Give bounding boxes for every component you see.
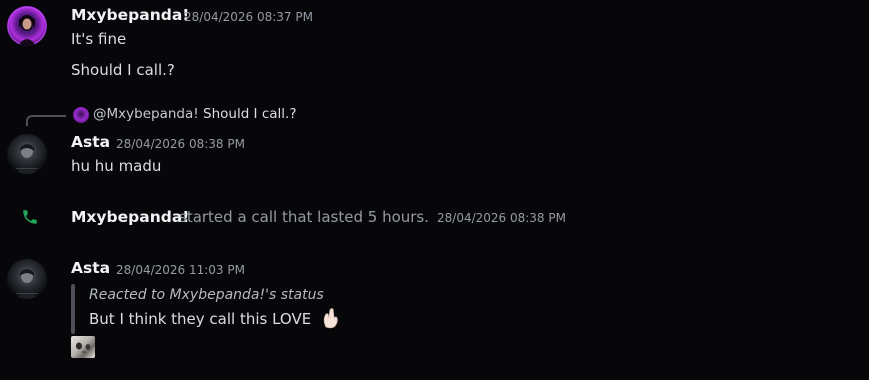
system-message-author[interactable]: Mxybepanda! [71,208,189,226]
message-author[interactable]: Asta [71,259,110,277]
avatar-mxybepanda[interactable] [7,6,47,46]
phone-icon [21,208,39,226]
avatar-asta[interactable] [7,259,47,299]
pinching-hand-emoji[interactable] [320,307,342,329]
quote-bar [71,284,75,334]
message-timestamp: 28/04/2026 08:37 PM [184,10,313,24]
reply-avatar[interactable] [73,107,89,123]
reply-connector [26,115,66,126]
message-timestamp: 28/04/2026 08:38 PM [116,137,245,151]
status-reaction-header: Reacted to Mxybepanda!'s status [89,287,324,303]
message-text: Should I call.? [71,61,175,79]
message-text: hu hu madu [71,157,162,175]
reply-mention[interactable]: @Mxybepanda! [93,106,199,122]
sticker-thumbnail[interactable] [71,336,95,358]
avatar-asta[interactable] [7,134,47,174]
message-author[interactable]: Mxybepanda! [71,6,189,24]
message-text: It's fine [71,30,127,48]
status-quote-text: But I think they call this LOVE [89,310,312,328]
message-author[interactable]: Asta [71,133,110,151]
system-message-text: started a call that lasted 5 hours. [179,208,430,226]
reply-preview-text[interactable]: Should I call.? [203,106,296,122]
message-timestamp: 28/04/2026 11:03 PM [116,263,245,277]
message-timestamp: 28/04/2026 08:38 PM [437,211,566,225]
